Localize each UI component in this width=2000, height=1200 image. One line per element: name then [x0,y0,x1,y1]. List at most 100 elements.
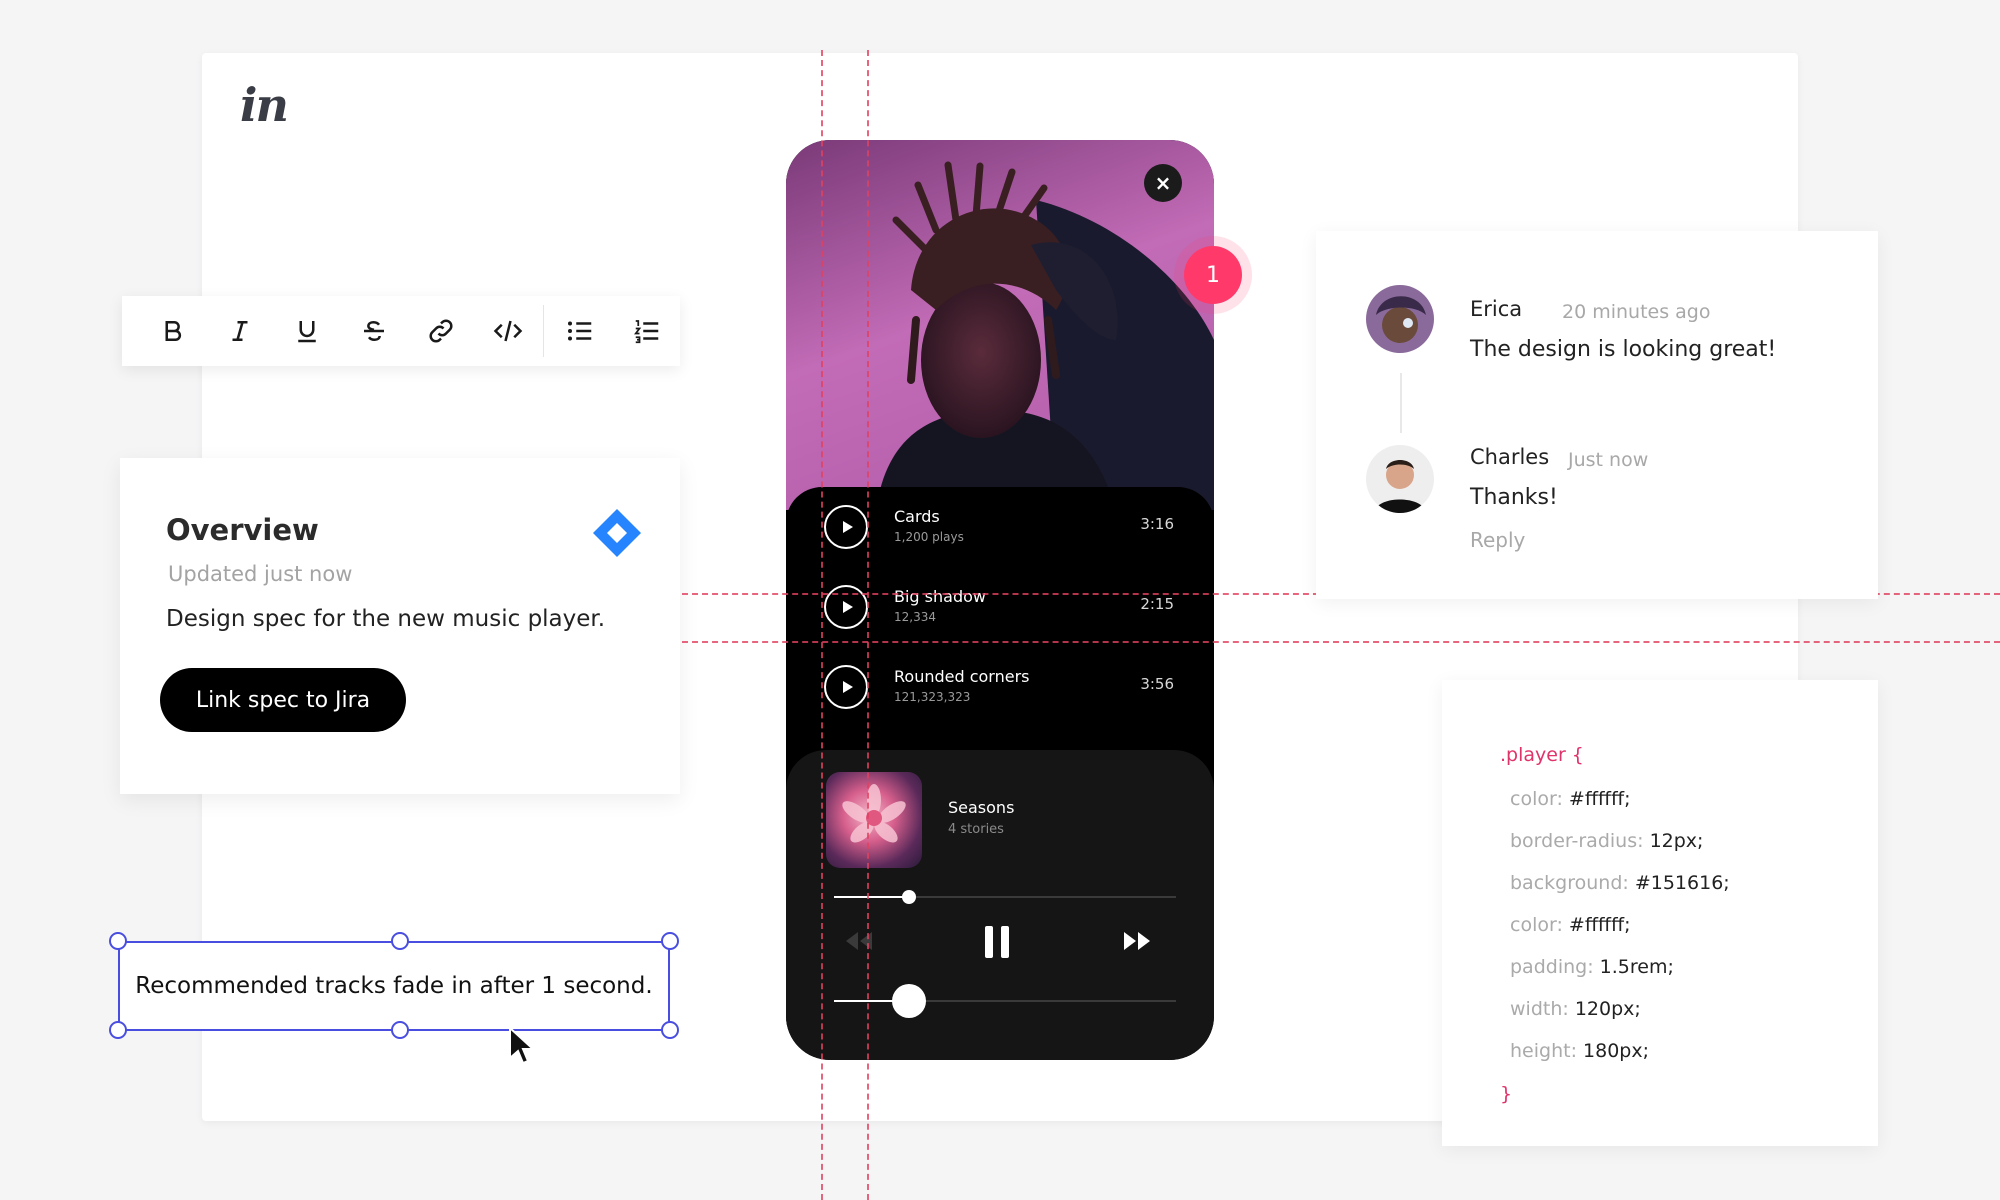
css-line: height: 180px; [1510,1040,1649,1062]
css-value: 180px; [1583,1040,1649,1062]
bullet-list-icon [567,321,591,341]
css-property: color: [1510,914,1563,936]
invision-logo[interactable]: in [240,78,289,132]
link-icon [429,319,453,343]
css-value: 120px; [1574,998,1641,1020]
resize-handle-top-center[interactable] [391,932,409,950]
volume-slider[interactable] [834,984,1176,1018]
track-name: Rounded corners [894,667,1030,686]
bold-button[interactable] [140,296,207,366]
track-row[interactable]: Big shadow 12,334 2:15 [786,567,1214,647]
rewind-icon[interactable] [844,930,874,952]
track-duration: 3:16 [1140,515,1174,533]
play-icon[interactable] [824,585,868,629]
comment-pin-badge[interactable]: 1 [1184,246,1242,304]
link-button[interactable] [408,296,475,366]
numbered-list-button[interactable] [613,296,680,366]
code-button[interactable] [474,296,541,366]
charles-avatar-image [1366,445,1434,513]
reply-link[interactable]: Reply [1470,528,1525,552]
css-value: #ffffff; [1568,788,1631,810]
code-icon [493,320,523,342]
avatar [1366,445,1434,513]
progress-fill [834,896,910,898]
css-value: #ffffff; [1568,914,1631,936]
close-button[interactable]: × [1144,164,1182,202]
comment-text: The design is looking great! [1470,337,1777,362]
link-spec-to-jira-button[interactable]: Link spec to Jira [160,668,406,732]
overview-card: Overview Updated just now Design spec fo… [120,458,680,794]
mouse-cursor-icon [509,1026,536,1065]
thread-connector [1400,373,1402,433]
css-line: color: #ffffff; [1510,914,1631,936]
horizontal-guide [682,641,2000,643]
strikethrough-icon [364,320,385,342]
italic-button[interactable] [207,296,274,366]
comment-thread: Erica 20 minutes ago The design is looki… [1316,231,1878,599]
progress-knob[interactable] [902,890,917,904]
pause-icon[interactable] [982,924,1012,960]
css-property: background: [1510,872,1629,894]
fast-forward-icon[interactable] [1122,930,1152,952]
comment-author: Charles [1470,445,1550,469]
resize-handle-bottom-center[interactable] [391,1021,409,1039]
css-inspect-panel: .player { color: #ffffff; border-radius:… [1442,680,1878,1146]
track-duration: 3:56 [1140,675,1174,693]
css-line: color: #ffffff; [1510,788,1631,810]
vertical-guide [867,50,869,1200]
track-list: Cards 1,200 plays 3:16 Big shadow 12,334… [786,487,1214,760]
css-line: width: 120px; [1510,998,1641,1020]
resize-handle-top-right[interactable] [661,932,679,950]
formatting-toolbar [122,296,680,366]
now-playing-panel: Seasons 4 stories [786,750,1214,1060]
css-value: 1.5rem; [1599,956,1674,978]
resize-handle-top-left[interactable] [109,932,127,950]
track-plays: 121,323,323 [894,690,971,704]
bullet-list-button[interactable] [546,296,613,366]
jira-icon [593,509,641,557]
css-property: border-radius: [1510,830,1644,852]
track-name: Big shadow [894,587,986,606]
overview-updated: Updated just now [168,562,353,586]
annotation-textbox[interactable]: Recommended tracks fade in after 1 secon… [118,941,670,1031]
now-playing-subtitle: 4 stories [948,822,1004,837]
track-duration: 2:15 [1140,595,1174,613]
bold-icon [165,321,182,341]
comment-text: Thanks! [1470,485,1558,510]
css-property: width: [1510,998,1569,1020]
progress-bar[interactable] [834,890,1176,904]
strikethrough-button[interactable] [341,296,408,366]
play-icon[interactable] [824,665,868,709]
toolbar-divider [543,305,545,357]
play-icon[interactable] [824,505,868,549]
resize-handle-bottom-left[interactable] [109,1021,127,1039]
comment-author: Erica [1470,297,1523,321]
underline-icon [298,321,316,343]
comment-time: 20 minutes ago [1562,301,1711,323]
album-art [826,772,922,868]
volume-knob[interactable] [892,984,927,1018]
css-value: #151616; [1634,872,1730,894]
css-line: background: #151616; [1510,872,1730,894]
overview-title: Overview [166,513,319,547]
erica-avatar-image [1366,285,1434,353]
italic-icon [232,321,248,341]
track-plays: 12,334 [894,610,936,624]
underline-button[interactable] [274,296,341,366]
css-line: padding: 1.5rem; [1510,956,1674,978]
artist-photo: × [786,140,1214,510]
numbered-list-icon [633,320,658,344]
css-property: color: [1510,788,1563,810]
music-player-mockup: × Cards 1,200 plays 3:16 Big shadow 12,3… [786,140,1214,1060]
overview-description: Design spec for the new music player. [166,606,606,632]
css-line: border-radius: 12px; [1510,830,1703,852]
resize-handle-bottom-right[interactable] [661,1021,679,1039]
avatar [1366,285,1434,353]
track-row[interactable]: Rounded corners 121,323,323 3:56 [786,647,1214,727]
track-plays: 1,200 plays [894,530,964,544]
comment-time: Just now [1568,449,1649,471]
css-selector: .player { [1500,744,1584,766]
now-playing-title: Seasons [948,798,1015,817]
track-row[interactable]: Cards 1,200 plays 3:16 [786,487,1214,567]
css-close-brace: } [1500,1083,1513,1105]
